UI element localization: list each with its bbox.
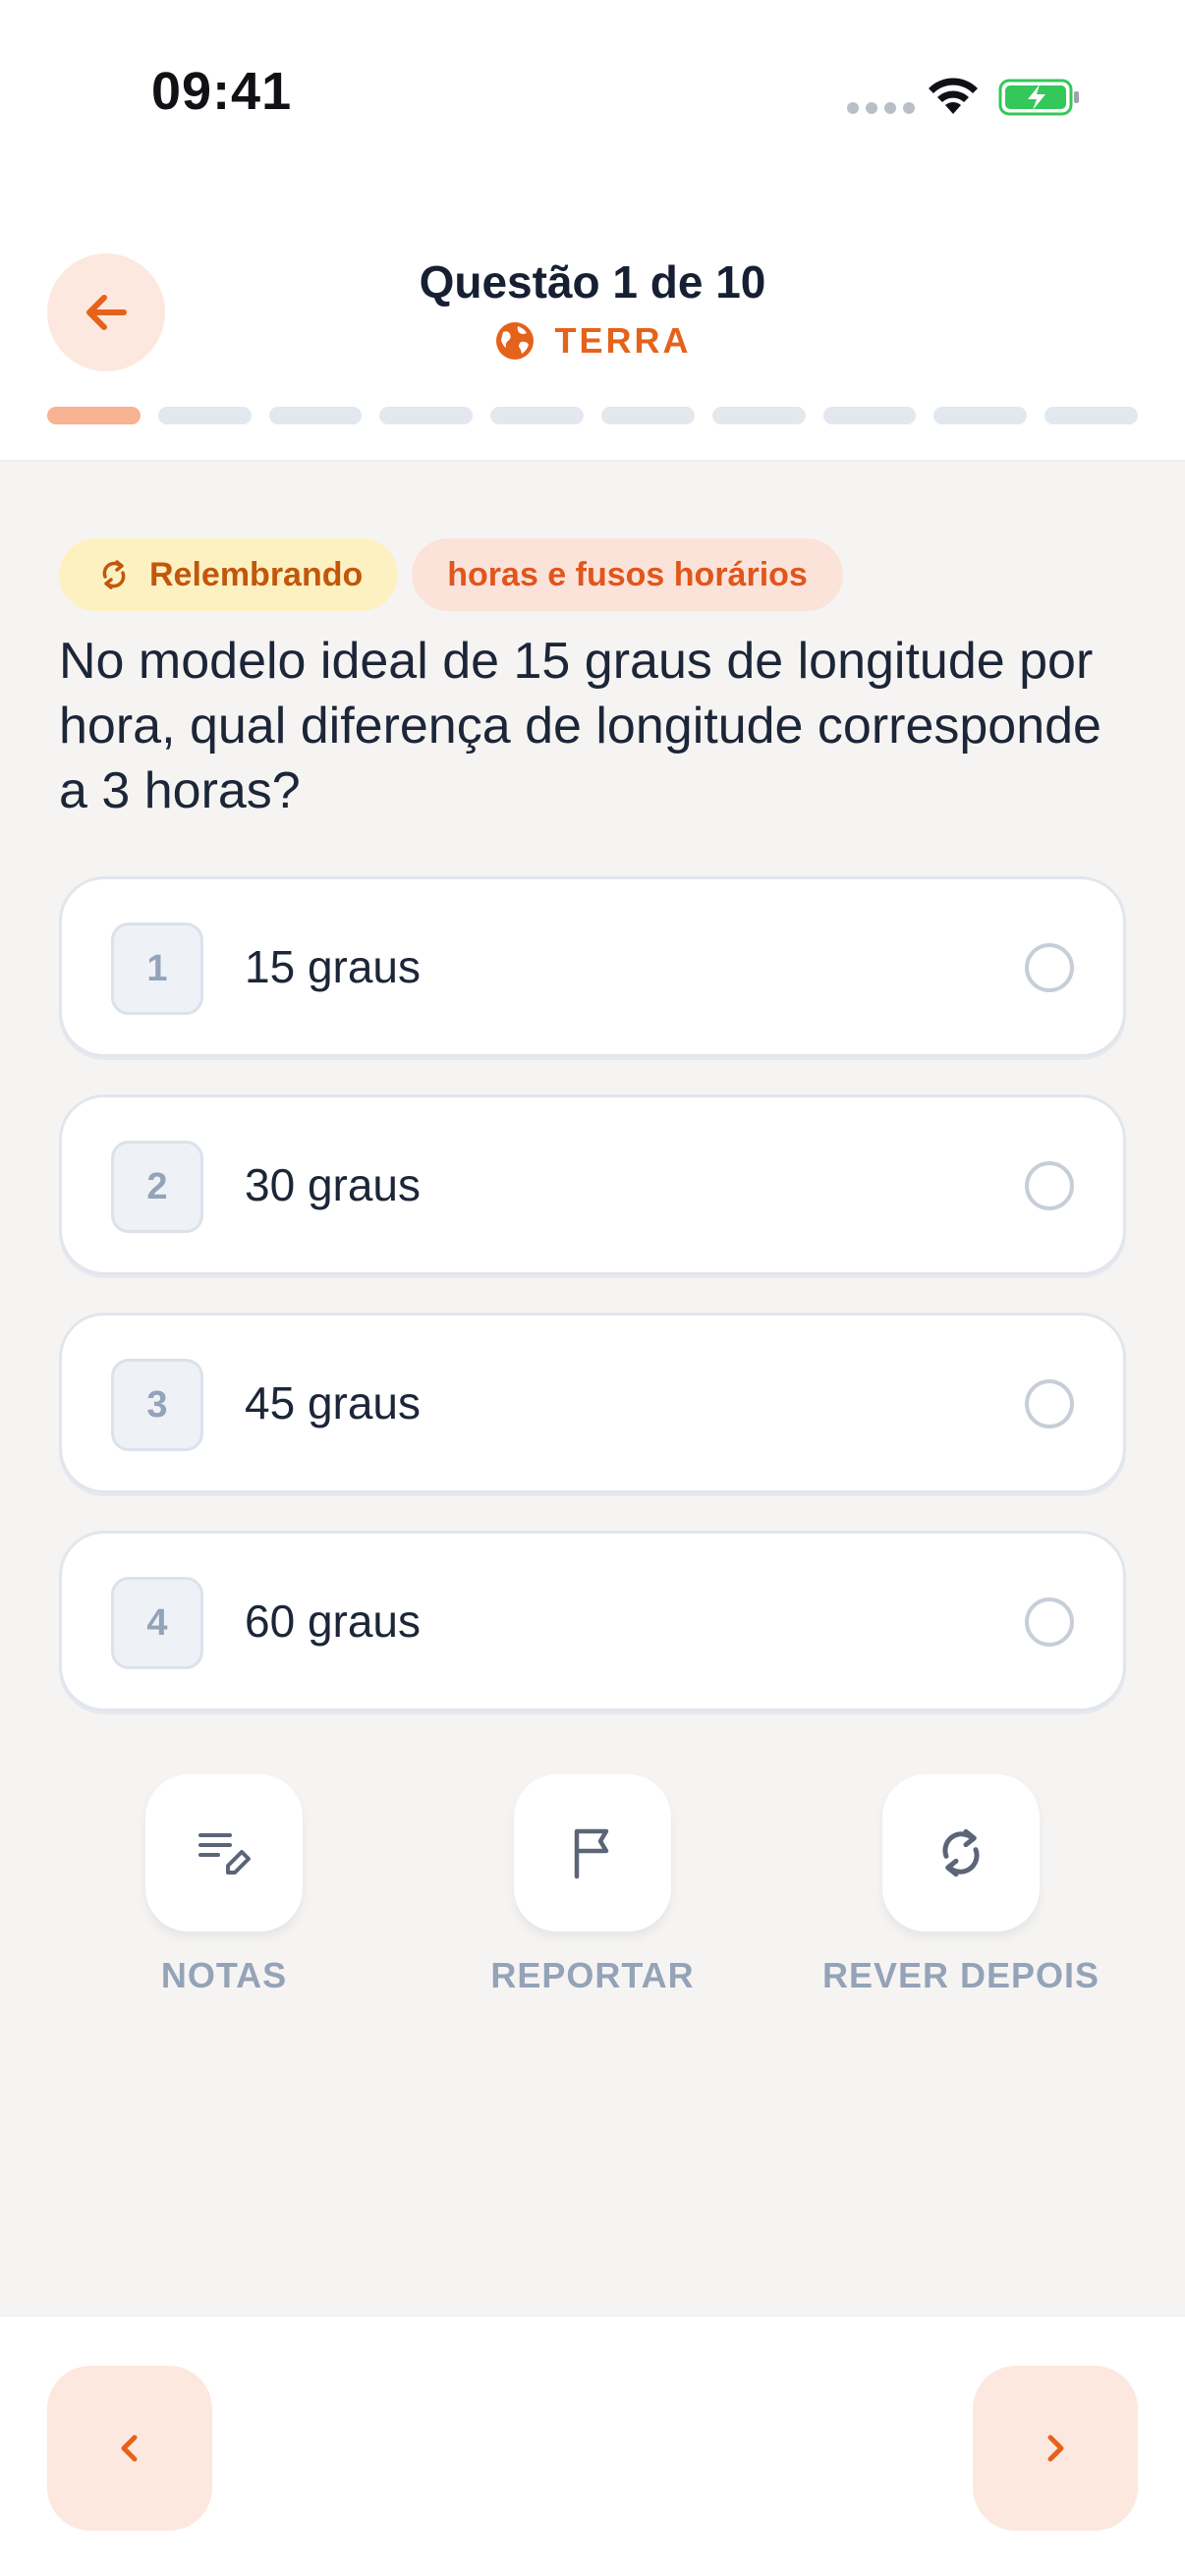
cellular-signal-icon <box>847 102 915 114</box>
previous-button[interactable] <box>47 2366 212 2531</box>
question-counter: Questão 1 de 10 <box>419 256 766 308</box>
review-tag-label: Relembrando <box>149 555 364 593</box>
option-number: 2 <box>111 1141 203 1233</box>
subject-label: TERRA <box>554 320 692 361</box>
review-later-button[interactable] <box>882 1774 1040 1932</box>
question-text: No modelo ideal de 15 graus de longitude… <box>59 633 1101 819</box>
option-text: 60 graus <box>245 1596 422 1647</box>
progress-bar <box>47 407 1138 424</box>
answer-option-4[interactable]: 4 60 graus <box>59 1531 1126 1711</box>
report-action: REPORTAR <box>435 1774 750 1996</box>
question-tags: Relembrando horas e fusos horários <box>59 538 843 611</box>
answer-option-1[interactable]: 1 15 graus <box>59 876 1126 1057</box>
option-number: 1 <box>111 923 203 1015</box>
option-text: 30 graus <box>245 1159 422 1210</box>
radio-button[interactable] <box>1025 1161 1074 1210</box>
progress-segment <box>268 407 363 424</box>
subject-badge: TERRA <box>0 320 1185 362</box>
progress-segment <box>157 407 252 424</box>
notes-action: NOTAS <box>67 1774 381 1996</box>
notes-button[interactable] <box>145 1774 303 1932</box>
review-later-action: REVER DEPOIS <box>804 1774 1118 1996</box>
option-number: 4 <box>111 1577 203 1669</box>
bottom-navigation <box>0 2315 1185 2576</box>
option-text: 15 graus <box>245 941 422 992</box>
chevron-left-icon <box>121 2435 138 2462</box>
progress-segment <box>490 407 584 424</box>
review-later-label: REVER DEPOIS <box>821 1955 1100 1995</box>
radio-button[interactable] <box>1025 1379 1074 1428</box>
progress-segment <box>822 407 917 424</box>
option-text: 45 graus <box>245 1377 422 1428</box>
option-number: 3 <box>111 1359 203 1451</box>
answer-option-2[interactable]: 2 30 graus <box>59 1094 1126 1275</box>
globe-icon <box>495 322 534 360</box>
topic-tag: horas e fusos horários <box>412 538 843 611</box>
progress-segment <box>379 407 474 424</box>
status-time: 09:41 <box>151 62 293 121</box>
status-bar: 09:41 <box>0 0 1185 196</box>
review-tag: Relembrando <box>59 538 399 611</box>
answer-option-3[interactable]: 3 45 graus <box>59 1313 1126 1493</box>
report-button[interactable] <box>514 1774 671 1932</box>
refresh-icon <box>942 1828 980 1877</box>
quiz-header: Questão 1 de 10 TERRA <box>0 196 1185 462</box>
radio-button[interactable] <box>1025 1597 1074 1647</box>
report-label: REPORTAR <box>490 1955 695 1995</box>
refresh-icon <box>102 560 126 589</box>
progress-segment <box>1044 407 1138 424</box>
radio-button[interactable] <box>1025 943 1074 992</box>
chevron-right-icon <box>1047 2435 1064 2462</box>
next-button[interactable] <box>973 2366 1138 2531</box>
progress-segment <box>600 407 695 424</box>
notes-edit-icon <box>198 1833 251 1875</box>
progress-segment <box>711 407 806 424</box>
progress-segment <box>933 407 1028 424</box>
progress-segment <box>47 407 141 424</box>
flag-icon <box>574 1828 609 1879</box>
notes-label: NOTAS <box>160 1955 288 1995</box>
battery-charging-icon <box>998 79 1079 116</box>
wifi-icon <box>929 78 978 114</box>
